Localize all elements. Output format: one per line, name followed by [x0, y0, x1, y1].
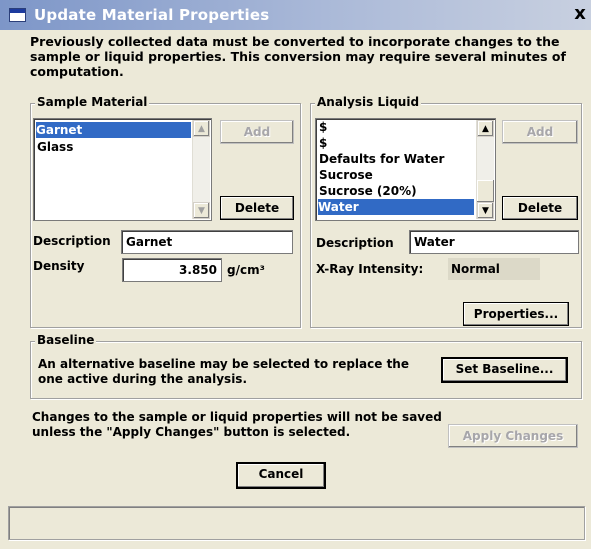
window-title: Update Material Properties — [34, 6, 270, 24]
list-item[interactable]: Defaults for Water — [319, 151, 444, 167]
cancel-button[interactable]: Cancel — [236, 462, 326, 489]
scroll-up-icon[interactable]: ▲ — [477, 120, 494, 137]
sample-delete-button[interactable]: Delete — [220, 196, 294, 220]
liquid-add-button[interactable]: Add — [502, 120, 578, 144]
sample-material-list[interactable]: Garnet Glass ▲ ▼ — [33, 118, 212, 221]
baseline-legend: Baseline — [35, 333, 97, 347]
sample-material-legend: Sample Material — [35, 95, 150, 109]
scroll-down-icon[interactable]: ▼ — [193, 202, 210, 219]
properties-button[interactable]: Properties... — [463, 302, 569, 326]
list-item[interactable]: Sucrose — [319, 167, 373, 183]
set-baseline-button[interactable]: Set Baseline... — [441, 357, 568, 383]
apply-changes-button[interactable]: Apply Changes — [448, 424, 578, 448]
window-icon — [9, 8, 26, 22]
close-button[interactable]: x — [572, 4, 588, 24]
title-bar[interactable]: Update Material Properties x — [0, 0, 591, 30]
cancel-button-label: Cancel — [258, 467, 304, 481]
xray-intensity-value: Normal — [448, 258, 540, 280]
apply-changes-text: Changes to the sample or liquid properti… — [32, 410, 442, 439]
update-material-properties-dialog: Update Material Properties x Previously … — [0, 0, 591, 549]
intro-text: Previously collected data must be conver… — [30, 34, 566, 79]
sample-list-scrollbar[interactable]: ▲ ▼ — [192, 120, 210, 219]
list-item[interactable]: $ — [319, 135, 327, 151]
list-item[interactable]: Water — [318, 199, 474, 215]
list-item[interactable]: $ — [319, 119, 327, 135]
density-field[interactable]: 3.850 — [122, 258, 222, 282]
sample-description-field[interactable]: Garnet — [121, 230, 293, 254]
density-label: Density — [33, 259, 85, 273]
density-unit: g/cm³ — [227, 263, 265, 277]
liquid-description-label: Description — [316, 236, 394, 250]
sample-add-button[interactable]: Add — [220, 120, 294, 144]
analysis-liquid-legend: Analysis Liquid — [315, 95, 422, 109]
list-item[interactable]: Glass — [37, 139, 73, 155]
scroll-thumb[interactable] — [477, 180, 494, 202]
xray-intensity-label: X-Ray Intensity: — [316, 262, 424, 276]
liquid-list-scrollbar[interactable]: ▲ ▼ — [476, 120, 494, 219]
sample-description-label: Description — [33, 234, 111, 248]
list-item[interactable]: Garnet — [36, 122, 191, 138]
scroll-down-icon[interactable]: ▼ — [477, 202, 494, 219]
baseline-text: An alternative baseline may be selected … — [38, 357, 409, 386]
set-baseline-button-label: Set Baseline... — [455, 362, 554, 376]
status-bar — [8, 506, 585, 540]
analysis-liquid-list[interactable]: $ $ Defaults for Water Sucrose Sucrose (… — [315, 118, 496, 221]
scroll-up-icon[interactable]: ▲ — [193, 120, 210, 137]
list-item[interactable]: Sucrose (20%) — [319, 183, 417, 199]
properties-button-label: Properties... — [473, 307, 559, 321]
liquid-delete-button[interactable]: Delete — [502, 196, 578, 220]
liquid-description-field[interactable]: Water — [409, 230, 579, 254]
